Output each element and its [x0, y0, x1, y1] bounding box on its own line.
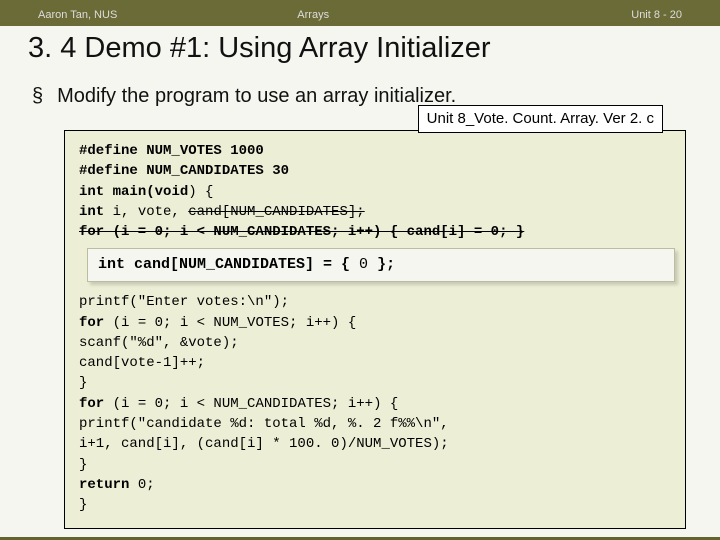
code-line: printf("candidate %d: total %d, %. 2 f%%… [79, 414, 671, 434]
code-line: scanf("%d", &vote); [79, 333, 671, 353]
code-line: for (i = 0; i < NUM_CANDIDATES; i++) { [79, 394, 671, 414]
code-line: } [79, 455, 671, 475]
slide-title: 3. 4 Demo #1: Using Array Initializer [28, 32, 692, 65]
code-line: return 0; [79, 475, 671, 495]
code-line: int i, vote, cand[NUM_CANDIDATES]; [79, 202, 671, 222]
code-line: cand[vote-1]++; [79, 353, 671, 373]
code-line: for (i = 0; i < NUM_CANDIDATES; i++) { c… [79, 222, 671, 242]
slide-content: § Modify the program to use an array ini… [0, 73, 720, 537]
bullet-text: Modify the program to use an array initi… [57, 85, 456, 108]
header-author: Aaron Tan, NUS [38, 9, 117, 21]
slide-header: Aaron Tan, NUS Arrays Unit 8 - 20 [0, 0, 720, 26]
code-line: #define NUM_VOTES 1000 [79, 141, 671, 161]
code-line: printf("Enter votes:\n"); [79, 292, 671, 312]
inset-pre: int cand[NUM_CANDIDATES] = { [98, 256, 350, 273]
code-line: } [79, 495, 671, 515]
code-line: int main(void) { [79, 182, 671, 202]
header-topic: Arrays [117, 9, 631, 21]
inset-post: }; [377, 256, 395, 273]
code-line: for (i = 0; i < NUM_VOTES; i++) { [79, 313, 671, 333]
replacement-code: int cand[NUM_CANDIDATES] = { 0 }; [87, 248, 675, 282]
slide: Aaron Tan, NUS Arrays Unit 8 - 20 3. 4 D… [0, 0, 720, 540]
code-block: Unit 8_Vote. Count. Array. Ver 2. c #def… [64, 130, 686, 529]
header-page: Unit 8 - 20 [631, 9, 682, 21]
file-label: Unit 8_Vote. Count. Array. Ver 2. c [418, 105, 663, 133]
code-line: #define NUM_CANDIDATES 30 [79, 161, 671, 181]
code-line: } [79, 373, 671, 393]
code-line: i+1, cand[i], (cand[i] * 100. 0)/NUM_VOT… [79, 434, 671, 454]
bullet-mark: § [32, 85, 43, 108]
title-bar: 3. 4 Demo #1: Using Array Initializer [0, 26, 720, 73]
inset-val: 0 [350, 256, 377, 273]
